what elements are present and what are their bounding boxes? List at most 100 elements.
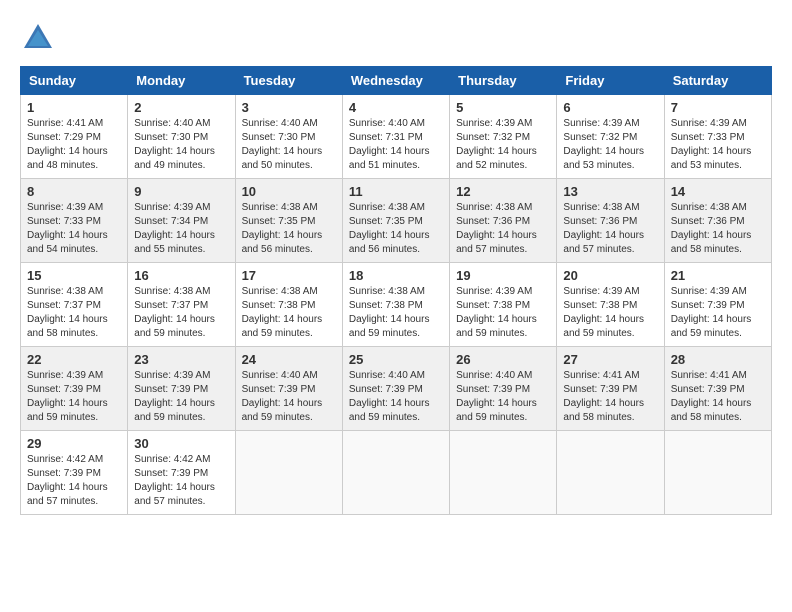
calendar-header-row: SundayMondayTuesdayWednesdayThursdayFrid… bbox=[21, 67, 772, 95]
day-info: Sunrise: 4:40 AM Sunset: 7:31 PM Dayligh… bbox=[349, 117, 443, 173]
day-info: Sunrise: 4:39 AM Sunset: 7:39 PM Dayligh… bbox=[671, 285, 765, 341]
logo bbox=[20, 20, 60, 56]
day-number: 7 bbox=[671, 100, 765, 115]
calendar-cell bbox=[557, 431, 664, 515]
day-of-week-header: Sunday bbox=[21, 67, 128, 95]
day-number: 16 bbox=[134, 268, 228, 283]
day-number: 21 bbox=[671, 268, 765, 283]
calendar-cell: 26 Sunrise: 4:40 AM Sunset: 7:39 PM Dayli… bbox=[450, 347, 557, 431]
calendar-cell bbox=[450, 431, 557, 515]
day-info: Sunrise: 4:38 AM Sunset: 7:37 PM Dayligh… bbox=[27, 285, 121, 341]
day-of-week-header: Monday bbox=[128, 67, 235, 95]
day-of-week-header: Thursday bbox=[450, 67, 557, 95]
calendar-cell: 17Sunrise: 4:38 AM Sunset: 7:38 PM Dayli… bbox=[235, 263, 342, 347]
day-number: 30 bbox=[134, 436, 228, 451]
day-info: Sunrise: 4:39 AM Sunset: 7:33 PM Dayligh… bbox=[27, 201, 121, 257]
day-number: 24 bbox=[242, 352, 336, 367]
calendar-cell: 22 Sunrise: 4:39 AM Sunset: 7:39 PM Dayli… bbox=[21, 347, 128, 431]
day-info: Sunrise: 4:38 AM Sunset: 7:38 PM Dayligh… bbox=[242, 285, 336, 341]
calendar-cell bbox=[235, 431, 342, 515]
calendar-cell: 16 Sunrise: 4:38 AM Sunset: 7:37 PM Dayli… bbox=[128, 263, 235, 347]
day-number: 5 bbox=[456, 100, 550, 115]
calendar-cell bbox=[342, 431, 449, 515]
day-info: Sunrise: 4:41 AM Sunset: 7:29 PM Dayligh… bbox=[27, 117, 121, 173]
calendar-cell: 19 Sunrise: 4:39 AM Sunset: 7:38 PM Dayli… bbox=[450, 263, 557, 347]
day-number: 28 bbox=[671, 352, 765, 367]
day-of-week-header: Wednesday bbox=[342, 67, 449, 95]
day-number: 25 bbox=[349, 352, 443, 367]
day-number: 13 bbox=[563, 184, 657, 199]
day-number: 26 bbox=[456, 352, 550, 367]
calendar-cell: 4 Sunrise: 4:40 AM Sunset: 7:31 PM Daylig… bbox=[342, 95, 449, 179]
calendar-cell: 20 Sunrise: 4:39 AM Sunset: 7:38 PM Dayli… bbox=[557, 263, 664, 347]
day-number: 22 bbox=[27, 352, 121, 367]
calendar-cell: 9 Sunrise: 4:39 AM Sunset: 7:34 PM Daylig… bbox=[128, 179, 235, 263]
calendar-cell: 5 Sunrise: 4:39 AM Sunset: 7:32 PM Daylig… bbox=[450, 95, 557, 179]
calendar-cell: 18 Sunrise: 4:38 AM Sunset: 7:38 PM Dayli… bbox=[342, 263, 449, 347]
day-of-week-header: Saturday bbox=[664, 67, 771, 95]
day-number: 20 bbox=[563, 268, 657, 283]
day-info: Sunrise: 4:40 AM Sunset: 7:30 PM Dayligh… bbox=[134, 117, 228, 173]
calendar-cell: 30 Sunrise: 4:42 AM Sunset: 7:39 PM Dayli… bbox=[128, 431, 235, 515]
calendar-cell: 2 Sunrise: 4:40 AM Sunset: 7:30 PM Daylig… bbox=[128, 95, 235, 179]
calendar-cell: 8Sunrise: 4:39 AM Sunset: 7:33 PM Daylig… bbox=[21, 179, 128, 263]
day-info: Sunrise: 4:40 AM Sunset: 7:39 PM Dayligh… bbox=[242, 369, 336, 425]
day-number: 3 bbox=[242, 100, 336, 115]
day-number: 6 bbox=[563, 100, 657, 115]
calendar-week-row: 8Sunrise: 4:39 AM Sunset: 7:33 PM Daylig… bbox=[21, 179, 772, 263]
calendar-week-row: 29Sunrise: 4:42 AM Sunset: 7:39 PM Dayli… bbox=[21, 431, 772, 515]
day-number: 10 bbox=[242, 184, 336, 199]
day-info: Sunrise: 4:39 AM Sunset: 7:39 PM Dayligh… bbox=[134, 369, 228, 425]
day-number: 9 bbox=[134, 184, 228, 199]
day-number: 12 bbox=[456, 184, 550, 199]
day-number: 23 bbox=[134, 352, 228, 367]
day-info: Sunrise: 4:39 AM Sunset: 7:38 PM Dayligh… bbox=[456, 285, 550, 341]
calendar-cell: 29Sunrise: 4:42 AM Sunset: 7:39 PM Dayli… bbox=[21, 431, 128, 515]
logo-icon bbox=[20, 20, 56, 56]
calendar-cell: 6 Sunrise: 4:39 AM Sunset: 7:32 PM Daylig… bbox=[557, 95, 664, 179]
day-info: Sunrise: 4:42 AM Sunset: 7:39 PM Dayligh… bbox=[27, 453, 121, 509]
calendar-cell: 25Sunrise: 4:40 AM Sunset: 7:39 PM Dayli… bbox=[342, 347, 449, 431]
day-info: Sunrise: 4:39 AM Sunset: 7:33 PM Dayligh… bbox=[671, 117, 765, 173]
day-number: 18 bbox=[349, 268, 443, 283]
calendar-cell: 14 Sunrise: 4:38 AM Sunset: 7:36 PM Dayli… bbox=[664, 179, 771, 263]
day-info: Sunrise: 4:39 AM Sunset: 7:38 PM Dayligh… bbox=[563, 285, 657, 341]
day-number: 4 bbox=[349, 100, 443, 115]
day-info: Sunrise: 4:38 AM Sunset: 7:36 PM Dayligh… bbox=[456, 201, 550, 257]
day-number: 1 bbox=[27, 100, 121, 115]
day-info: Sunrise: 4:39 AM Sunset: 7:32 PM Dayligh… bbox=[563, 117, 657, 173]
day-info: Sunrise: 4:38 AM Sunset: 7:37 PM Dayligh… bbox=[134, 285, 228, 341]
day-info: Sunrise: 4:38 AM Sunset: 7:38 PM Dayligh… bbox=[349, 285, 443, 341]
day-number: 11 bbox=[349, 184, 443, 199]
day-info: Sunrise: 4:39 AM Sunset: 7:39 PM Dayligh… bbox=[27, 369, 121, 425]
calendar-cell: 7 Sunrise: 4:39 AM Sunset: 7:33 PM Daylig… bbox=[664, 95, 771, 179]
day-number: 14 bbox=[671, 184, 765, 199]
day-info: Sunrise: 4:40 AM Sunset: 7:30 PM Dayligh… bbox=[242, 117, 336, 173]
calendar-cell: 11 Sunrise: 4:38 AM Sunset: 7:35 PM Dayli… bbox=[342, 179, 449, 263]
day-number: 19 bbox=[456, 268, 550, 283]
calendar-cell: 3 Sunrise: 4:40 AM Sunset: 7:30 PM Daylig… bbox=[235, 95, 342, 179]
day-number: 15 bbox=[27, 268, 121, 283]
calendar-cell: 1 Sunrise: 4:41 AM Sunset: 7:29 PM Daylig… bbox=[21, 95, 128, 179]
day-info: Sunrise: 4:38 AM Sunset: 7:35 PM Dayligh… bbox=[349, 201, 443, 257]
day-number: 2 bbox=[134, 100, 228, 115]
calendar-week-row: 22 Sunrise: 4:39 AM Sunset: 7:39 PM Dayli… bbox=[21, 347, 772, 431]
day-info: Sunrise: 4:39 AM Sunset: 7:32 PM Dayligh… bbox=[456, 117, 550, 173]
calendar-cell: 27 Sunrise: 4:41 AM Sunset: 7:39 PM Dayli… bbox=[557, 347, 664, 431]
header bbox=[20, 20, 772, 56]
day-info: Sunrise: 4:40 AM Sunset: 7:39 PM Dayligh… bbox=[456, 369, 550, 425]
day-info: Sunrise: 4:41 AM Sunset: 7:39 PM Dayligh… bbox=[563, 369, 657, 425]
calendar-week-row: 1 Sunrise: 4:41 AM Sunset: 7:29 PM Daylig… bbox=[21, 95, 772, 179]
calendar-cell bbox=[664, 431, 771, 515]
day-number: 27 bbox=[563, 352, 657, 367]
day-info: Sunrise: 4:38 AM Sunset: 7:35 PM Dayligh… bbox=[242, 201, 336, 257]
calendar-cell: 13 Sunrise: 4:38 AM Sunset: 7:36 PM Dayli… bbox=[557, 179, 664, 263]
day-of-week-header: Tuesday bbox=[235, 67, 342, 95]
calendar-week-row: 15 Sunrise: 4:38 AM Sunset: 7:37 PM Dayli… bbox=[21, 263, 772, 347]
calendar-cell: 28Sunrise: 4:41 AM Sunset: 7:39 PM Dayli… bbox=[664, 347, 771, 431]
day-info: Sunrise: 4:38 AM Sunset: 7:36 PM Dayligh… bbox=[563, 201, 657, 257]
calendar-cell: 12 Sunrise: 4:38 AM Sunset: 7:36 PM Dayli… bbox=[450, 179, 557, 263]
day-info: Sunrise: 4:39 AM Sunset: 7:34 PM Dayligh… bbox=[134, 201, 228, 257]
day-info: Sunrise: 4:42 AM Sunset: 7:39 PM Dayligh… bbox=[134, 453, 228, 509]
day-info: Sunrise: 4:38 AM Sunset: 7:36 PM Dayligh… bbox=[671, 201, 765, 257]
